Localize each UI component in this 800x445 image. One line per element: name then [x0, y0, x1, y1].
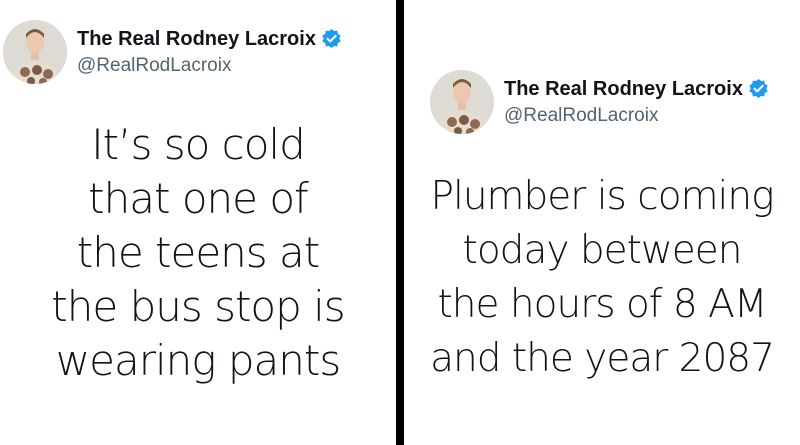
author-name-row: The Real Rodney Lacroix	[77, 27, 342, 51]
tweet-text-line: It’s so cold	[91, 120, 305, 169]
tweet-text-line: wearing pants	[55, 336, 341, 385]
author-display-name[interactable]: The Real Rodney Lacroix	[504, 77, 743, 101]
tweet-text-line: and the year 2087	[430, 336, 775, 381]
tweet-text-line: today between	[462, 228, 743, 273]
author-handle[interactable]: @RealRodLacroix	[77, 55, 342, 78]
author-handle[interactable]: @RealRodLacroix	[504, 105, 769, 128]
tweet-header: The Real Rodney Lacroix @RealRodLacroix	[430, 70, 769, 134]
tweet-text-line: the hours of 8 AM	[437, 282, 768, 327]
author-display-name[interactable]: The Real Rodney Lacroix	[77, 27, 316, 51]
tweet-header: The Real Rodney Lacroix @RealRodLacroix	[3, 20, 342, 84]
meme-collage: The Real Rodney Lacroix @RealRodLacroix …	[0, 0, 800, 445]
author-info: The Real Rodney Lacroix @RealRodLacroix	[77, 27, 342, 78]
tweet-body: It’s so cold that one of the teens at th…	[0, 118, 396, 388]
tweet-body: Plumber is coming today between the hour…	[404, 170, 800, 386]
tweet-text-line: that one of	[88, 174, 309, 223]
author-name-row: The Real Rodney Lacroix	[504, 77, 769, 101]
avatar[interactable]	[3, 20, 67, 84]
avatar[interactable]	[430, 70, 494, 134]
tweet-card-left: The Real Rodney Lacroix @RealRodLacroix …	[0, 0, 396, 445]
tweet-text-line: the bus stop is	[51, 282, 345, 331]
tweet-text-line: Plumber is coming	[430, 174, 774, 219]
tweet-card-right: The Real Rodney Lacroix @RealRodLacroix …	[404, 0, 800, 445]
verified-badge-icon	[321, 28, 342, 49]
tweet-text-line: the teens at	[76, 228, 320, 277]
verified-badge-icon	[748, 78, 769, 99]
author-info: The Real Rodney Lacroix @RealRodLacroix	[504, 77, 769, 128]
